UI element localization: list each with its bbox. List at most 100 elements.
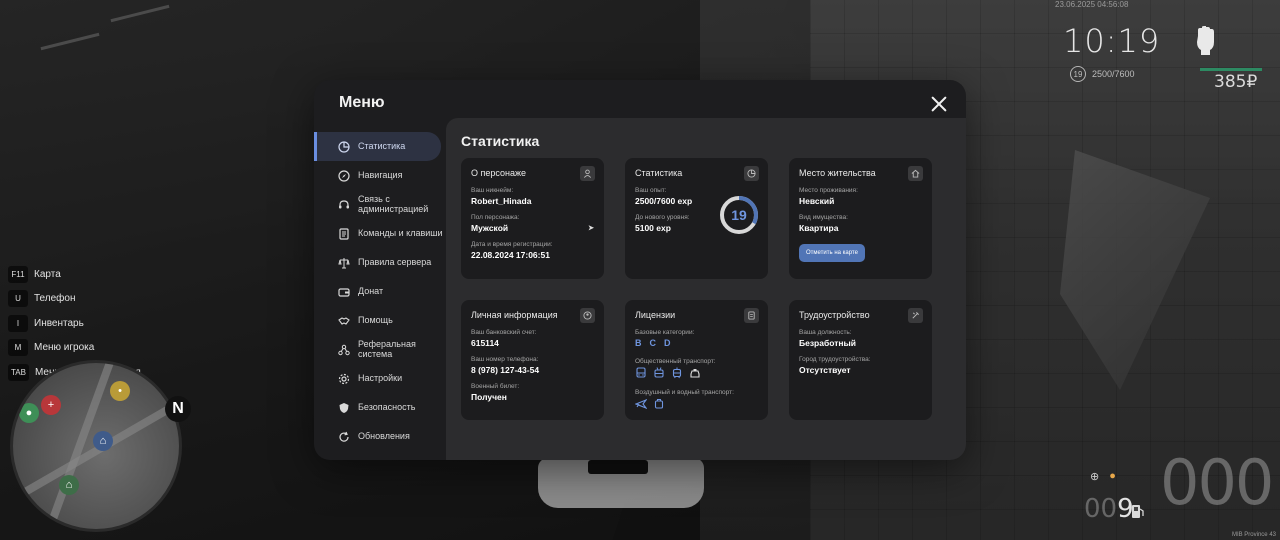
- license-category: C: [649, 338, 657, 348]
- nav-item-navigation[interactable]: Навигация: [314, 161, 446, 190]
- registration-label: Дата и время регистрации:: [471, 241, 553, 248]
- gender-label: Пол персонажа:: [471, 214, 520, 221]
- phone-label: Ваш номер телефона:: [471, 356, 539, 363]
- handshake-icon: [338, 315, 350, 327]
- card-personal-info: Личная информация Ваш банковский счет: 6…: [461, 300, 604, 420]
- nav-label: Помощь: [358, 314, 393, 325]
- nav-label: Связь с администрацией: [358, 193, 429, 214]
- hotkey-label: Телефон: [34, 293, 76, 305]
- page-title: Статистика: [461, 133, 540, 149]
- military-id-value: Получен: [471, 392, 507, 402]
- card-title: О персонаже: [471, 168, 526, 178]
- card-residence: Место жительства Место проживания: Невск…: [789, 158, 932, 279]
- license-categories: B C D: [635, 338, 758, 348]
- engine-warning-icon: ●: [1109, 470, 1116, 482]
- nickname-value: Robert_Hinada: [471, 196, 532, 206]
- player-menu-window: Меню Статистика Навигация Связь с админи…: [314, 80, 966, 460]
- document-icon: [338, 227, 350, 240]
- gender-value: Мужской: [471, 223, 509, 233]
- bank-account-label: Ваш банковский счет:: [471, 329, 537, 336]
- close-icon[interactable]: [930, 95, 948, 113]
- hud-exp: 2500/7600: [1092, 69, 1135, 79]
- hotkey-key: I: [8, 314, 28, 332]
- nav-label: Правила сервера: [358, 256, 432, 267]
- nav-item-statistics[interactable]: Статистика: [314, 132, 441, 161]
- scales-icon: [338, 257, 350, 269]
- nav-item-support[interactable]: Связь с администрацией: [314, 190, 446, 219]
- hotkey-key: TAB: [8, 363, 29, 381]
- hotkey-item: I Инвентарь: [8, 311, 141, 336]
- residence-place-label: Место проживания:: [799, 187, 858, 194]
- card-employment: Трудоустройство Ваша должность: Безработ…: [789, 300, 932, 420]
- hud-clock: 10:19: [1063, 22, 1161, 60]
- nav-item-updates[interactable]: Обновления: [314, 422, 446, 451]
- arrow-right-icon[interactable]: ➤: [588, 224, 594, 232]
- vehicle-indicators: ⊕ ●: [1090, 470, 1116, 483]
- nav-label: Безопасность: [358, 401, 416, 412]
- nav-item-settings[interactable]: Настройки: [314, 364, 446, 393]
- speedometer: 000: [1160, 446, 1274, 519]
- gear-icon: [338, 373, 350, 385]
- license-category: B: [635, 338, 642, 348]
- residence-place-value: Невский: [799, 196, 835, 206]
- user-icon: [580, 166, 595, 181]
- license-card-icon: [744, 308, 759, 323]
- nav-item-referral[interactable]: Реферальная система: [314, 335, 446, 364]
- pie-chart-icon: [744, 166, 759, 181]
- hospital-icon: +: [41, 395, 61, 415]
- home-icon: ⌂: [93, 431, 113, 451]
- house-icon: [908, 166, 923, 181]
- id-badge-icon: [580, 308, 595, 323]
- hotkey-item: U Телефон: [8, 287, 141, 312]
- hotkey-key: U: [8, 290, 28, 308]
- nav-item-security[interactable]: Безопасность: [314, 393, 446, 422]
- military-id-label: Военный билет:: [471, 383, 520, 390]
- menu-title: Меню: [339, 94, 385, 111]
- hotkey-key: M: [8, 339, 28, 357]
- card-licenses: Лицензии Базовые категории: B C D Общест…: [625, 300, 768, 420]
- card-experience: Статистика Ваш опыт: 2500/7600 exp До но…: [625, 158, 768, 279]
- nav-label: Реферальная система: [358, 338, 416, 359]
- gender-row[interactable]: Мужской ➤: [471, 223, 594, 233]
- health-bar: [1200, 68, 1262, 71]
- tram-icon: [672, 367, 682, 379]
- nav-label: Команды и клавиши: [358, 227, 443, 238]
- taxi-icon: [690, 369, 700, 378]
- shield-icon: [338, 402, 350, 414]
- nav-label: Обновления: [358, 430, 410, 441]
- hotkey-label: Карта: [34, 268, 61, 280]
- fist-icon: [1197, 26, 1214, 55]
- boat-icon: [654, 399, 664, 409]
- fuel-pump-icon: [1132, 505, 1144, 518]
- level-badge: 19: [1070, 66, 1086, 82]
- nav-item-rules[interactable]: Правила сервера: [314, 248, 446, 277]
- statistics-panel: Статистика О персонаже Ваш никнейм: Robe…: [446, 118, 966, 460]
- nav-item-commands[interactable]: Команды и клавиши: [314, 219, 446, 248]
- job-city-label: Город трудоустройства:: [799, 356, 871, 363]
- shop-icon: •: [110, 381, 130, 401]
- card-title: Трудоустройство: [799, 310, 870, 320]
- headset-icon: [338, 199, 350, 211]
- fuel-gauge: 009: [1084, 494, 1134, 524]
- nav-item-donate[interactable]: Донат: [314, 277, 446, 306]
- level-number: 19: [731, 207, 747, 223]
- bank-account-value: 615114: [471, 338, 499, 348]
- hud-money: 385₽: [1214, 72, 1258, 92]
- bus-icon: [636, 367, 646, 378]
- pie-chart-icon: [338, 140, 350, 153]
- fuel-dim-digits: 00: [1084, 494, 1118, 524]
- property-type-value: Квартира: [799, 223, 839, 233]
- hotkey-item: M Меню игрока: [8, 336, 141, 361]
- minimap[interactable]: ● + • ⌂ ⌂: [10, 360, 182, 532]
- card-title: Лицензии: [635, 310, 676, 320]
- door-icon: ⊕: [1090, 471, 1100, 483]
- nav-item-help[interactable]: Помощь: [314, 306, 446, 335]
- nav-label: Статистика: [358, 140, 406, 151]
- registration-value: 22.08.2024 17:06:51: [471, 250, 550, 260]
- basic-categories-label: Базовые категории:: [635, 329, 695, 336]
- hud-level-row: 19 2500/7600: [1070, 66, 1135, 82]
- mark-on-map-button[interactable]: Отметить на карте: [799, 244, 865, 262]
- property-type-label: Вид имущества:: [799, 214, 848, 221]
- nav-label: Настройки: [358, 372, 403, 383]
- hotkey-label: Меню игрока: [34, 342, 95, 354]
